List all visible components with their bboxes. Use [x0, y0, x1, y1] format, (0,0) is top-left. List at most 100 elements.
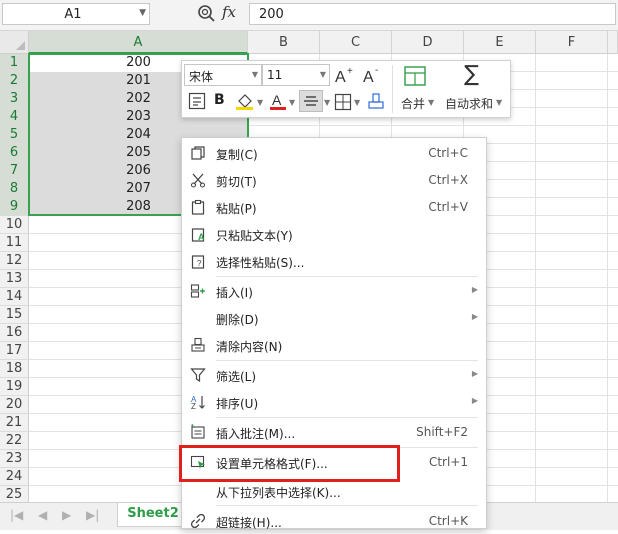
font-name-select[interactable]: 宋体 ▼ [184, 64, 262, 86]
fx-icon[interactable]: fx [222, 3, 236, 21]
row-header-8[interactable]: 8 [0, 180, 29, 198]
menu-item-label: 粘贴(P) [216, 202, 257, 216]
column-header-f[interactable]: F [536, 31, 608, 54]
row-header-16[interactable]: 16 [0, 324, 29, 342]
row-header-2[interactable]: 2 [0, 72, 29, 90]
submenu-arrow-icon: ▶ [471, 369, 478, 378]
row-header-6[interactable]: 6 [0, 144, 29, 162]
menu-item-label: 从下拉列表中选择(K)... [216, 486, 341, 500]
zoom-icon[interactable] [197, 4, 215, 24]
chevron-down-icon[interactable]: ▼ [324, 98, 330, 107]
autosum-label[interactable]: 自动求和 [445, 95, 493, 112]
menu-item-filter[interactable]: 筛选(L) ▶ [182, 362, 486, 388]
row-header-19[interactable]: 19 [0, 378, 29, 396]
merge-cells-icon[interactable] [403, 65, 427, 87]
font-size-select[interactable]: 11 ▼ [262, 64, 330, 86]
formula-bar: A1 ▼ fx 200 [0, 0, 618, 31]
row-header-12[interactable]: 12 [0, 252, 29, 270]
toolbar-divider [392, 65, 393, 113]
row-header-17[interactable]: 17 [0, 342, 29, 360]
font-color-icon[interactable]: A [268, 91, 288, 111]
row-header-14[interactable]: 14 [0, 288, 29, 306]
merge-label[interactable]: 合并 [401, 95, 425, 112]
row-header-21[interactable]: 21 [0, 414, 29, 432]
column-header-b[interactable]: B [248, 31, 320, 54]
row-header-11[interactable]: 11 [0, 234, 29, 252]
chevron-down-icon[interactable]: ▼ [139, 8, 146, 18]
row-header-7[interactable]: 7 [0, 162, 29, 180]
increase-font-icon[interactable]: A + [334, 65, 356, 85]
svg-text:A: A [198, 232, 205, 242]
menu-item-label: 选择性粘贴(S)... [216, 256, 305, 270]
svg-text:-: - [375, 65, 378, 76]
fill-color-icon[interactable] [234, 91, 256, 111]
menu-item-sort[interactable]: A Z 排序(U) ▶ [182, 389, 486, 415]
comment-icon: * [191, 424, 205, 439]
chevron-down-icon[interactable]: ▼ [496, 98, 502, 107]
menu-item-label: 删除(D) [216, 313, 259, 327]
column-header-d[interactable]: D [392, 31, 464, 54]
submenu-arrow-icon: ▶ [471, 285, 478, 294]
bold-icon[interactable]: B [214, 92, 225, 108]
paste-special-icon: ? [191, 255, 205, 269]
row-header-13[interactable]: 13 [0, 270, 29, 288]
svg-text:A: A [363, 69, 374, 85]
last-sheet-icon[interactable]: ▶| [86, 508, 99, 522]
menu-item-label: 插入(I) [216, 286, 253, 300]
clear-format-icon[interactable] [367, 92, 385, 110]
formula-input[interactable]: 200 [249, 3, 616, 25]
row-header-23[interactable]: 23 [0, 450, 29, 468]
row-header-18[interactable]: 18 [0, 360, 29, 378]
align-center-button[interactable] [299, 90, 323, 112]
row-header-9[interactable]: 9 [0, 198, 29, 216]
wrap-text-icon[interactable] [188, 92, 206, 110]
row-header-3[interactable]: 3 [0, 90, 29, 108]
menu-item-paste[interactable]: 粘贴(P) Ctrl+V [182, 194, 486, 220]
column-header-a[interactable]: A [29, 31, 248, 54]
font-name-value: 宋体 [189, 70, 214, 84]
column-header-g[interactable] [608, 31, 618, 54]
name-box[interactable]: A1 ▼ [2, 3, 150, 25]
sheet-tab[interactable]: Sheet2 [117, 503, 189, 527]
submenu-arrow-icon: ▶ [471, 396, 478, 405]
row-header-24[interactable]: 24 [0, 468, 29, 486]
chevron-down-icon[interactable]: ▼ [289, 98, 295, 107]
menu-item-cut[interactable]: 剪切(T) Ctrl+X [182, 167, 486, 193]
svg-text:A: A [335, 69, 346, 85]
column-header-c[interactable]: C [320, 31, 392, 54]
menu-item-label: 筛选(L) [216, 370, 257, 384]
first-sheet-icon[interactable]: |◀ [10, 508, 23, 522]
paste-text-icon: A [191, 228, 205, 242]
menu-item-clear-content[interactable]: 清除内容(N) [182, 332, 486, 358]
menu-separator [216, 505, 478, 506]
menu-item-paste-text[interactable]: A 只粘贴文本(Y) [182, 221, 486, 247]
borders-icon[interactable] [334, 93, 352, 111]
row-header-5[interactable]: 5 [0, 126, 29, 144]
menu-item-paste-special[interactable]: ? 选择性粘贴(S)... [182, 248, 486, 274]
next-sheet-icon[interactable]: ▶ [62, 508, 71, 522]
menu-item-insert[interactable]: 插入(I) ▶ [182, 278, 486, 304]
menu-item-label: 插入批注(M)... [216, 427, 296, 441]
svg-text:*: * [191, 424, 194, 431]
decrease-font-icon[interactable]: A - [362, 65, 384, 85]
menu-item-hyperlink[interactable]: 超链接(H)... Ctrl+K [182, 508, 486, 534]
chevron-down-icon[interactable]: ▼ [428, 98, 434, 107]
row-header-22[interactable]: 22 [0, 432, 29, 450]
row-header-1[interactable]: 1 [0, 54, 29, 72]
chevron-down-icon[interactable]: ▼ [257, 98, 263, 107]
menu-item-insert-comment[interactable]: * 插入批注(M)... Shift+F2 [182, 419, 486, 445]
menu-item-copy[interactable]: 复制(C) Ctrl+C [182, 140, 486, 166]
column-header-e[interactable]: E [464, 31, 536, 54]
menu-item-delete[interactable]: 删除(D) ▶ [182, 305, 486, 331]
select-all-corner[interactable] [0, 31, 29, 54]
grid-column-line [535, 54, 536, 502]
row-header-4[interactable]: 4 [0, 108, 29, 126]
row-header-20[interactable]: 20 [0, 396, 29, 414]
prev-sheet-icon[interactable]: ◀ [38, 508, 47, 522]
row-header-10[interactable]: 10 [0, 216, 29, 234]
align-center-icon [304, 96, 318, 106]
autosum-icon[interactable]: ∑ [464, 62, 479, 87]
svg-text:+: + [347, 66, 353, 77]
row-header-15[interactable]: 15 [0, 306, 29, 324]
chevron-down-icon[interactable]: ▼ [354, 98, 360, 107]
